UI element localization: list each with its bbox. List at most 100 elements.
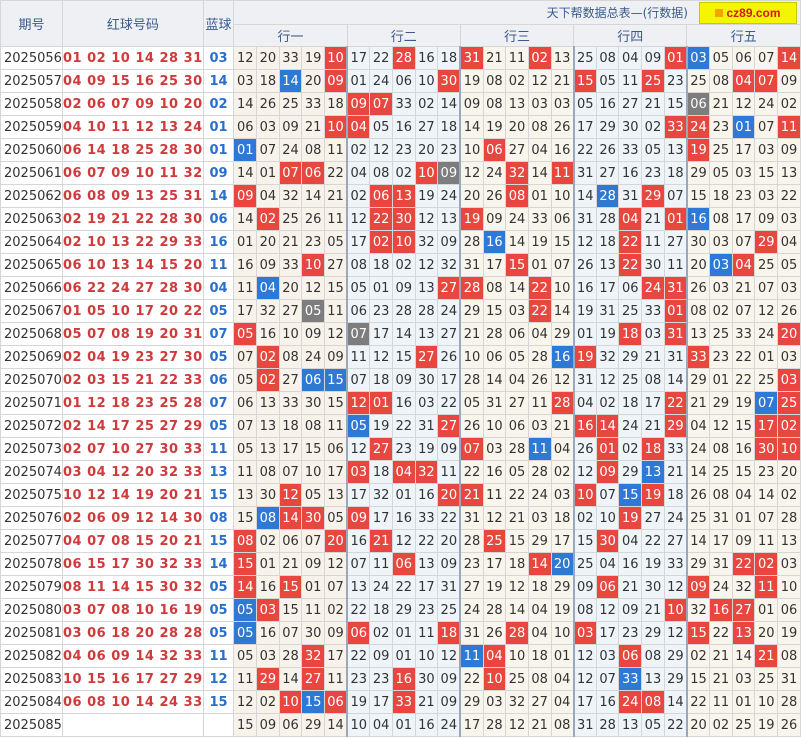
number-cell: 22 <box>323 161 349 185</box>
number-cell: 03 <box>731 161 756 185</box>
number-cell: 05 <box>369 115 393 139</box>
table-row: 2025063 02 19 21 22 28 30 06 14 02 25 26 11 12 22… <box>0 207 801 231</box>
number-cell: 01 <box>731 690 756 714</box>
number-cell: 07 <box>346 552 371 576</box>
blue-ball-cell: 05 <box>202 598 235 622</box>
number-cell: 12 <box>414 253 439 277</box>
number-cell: 17 <box>709 529 733 553</box>
number-cell: 11 <box>301 598 325 622</box>
number-cell: 01 <box>256 161 280 185</box>
number-cell: 24 <box>754 322 779 346</box>
number-cell: 08 <box>686 299 711 323</box>
number-cell: 08 <box>527 115 552 139</box>
number-cell: 09 <box>369 644 393 668</box>
number-cell: 22 <box>414 529 439 553</box>
number-cell: 18 <box>641 437 665 461</box>
number-cell: 29 <box>550 575 575 599</box>
number-cell: 18 <box>437 46 462 70</box>
number-cell: 04 <box>777 230 801 254</box>
number-cell: 09 <box>391 368 416 392</box>
number-cell: 17 <box>573 115 597 139</box>
number-cell: 07 <box>595 667 620 691</box>
number-cell: 32 <box>301 644 325 668</box>
number-cell: 11 <box>459 644 484 668</box>
number-cell: 29 <box>459 690 484 714</box>
number-cell: 26 <box>686 483 711 507</box>
issue-cell: 2025077 <box>0 529 63 553</box>
number-cell: 12 <box>414 207 439 231</box>
number-cell: 04 <box>391 460 416 484</box>
number-cell: 26 <box>482 621 507 645</box>
number-cell: 05 <box>323 230 349 254</box>
number-cell: 19 <box>573 299 597 323</box>
number-cell: 01 <box>663 46 688 70</box>
number-cell: 02 <box>709 713 733 737</box>
number-cell: 24 <box>505 207 529 231</box>
number-cell: 08 <box>641 690 665 714</box>
number-cell: 31 <box>437 575 462 599</box>
number-cell: 26 <box>777 299 801 323</box>
number-cell: 22 <box>391 414 416 438</box>
number-cell: 15 <box>573 529 597 553</box>
number-cell: 19 <box>414 437 439 461</box>
number-cell: 22 <box>459 667 484 691</box>
number-cell: 04 <box>527 322 552 346</box>
number-cell: 16 <box>482 460 507 484</box>
group-header: 行四 <box>573 24 688 47</box>
number-cell: 16 <box>391 391 416 415</box>
number-cell: 21 <box>663 460 688 484</box>
number-cell: 31 <box>573 161 597 185</box>
number-cell: 11 <box>233 276 258 300</box>
number-cell: 09 <box>256 713 280 737</box>
number-cell: 21 <box>709 644 733 668</box>
number-cell: 01 <box>709 368 733 392</box>
number-cell: 03 <box>346 460 371 484</box>
number-cell: 17 <box>573 690 597 714</box>
number-cell: 02 <box>777 414 801 438</box>
number-cell: 20 <box>777 322 801 346</box>
number-cell: 16 <box>573 414 597 438</box>
number-cell: 30 <box>391 207 416 231</box>
number-cell: 04 <box>527 621 552 645</box>
number-cell: 24 <box>686 115 711 139</box>
number-cell: 07 <box>731 299 756 323</box>
number-cell: 09 <box>777 69 801 93</box>
table-row: 2025079 08 11 14 15 30 32 05 14 16 15 01 07 13 24… <box>0 575 801 599</box>
number-cell: 11 <box>437 460 462 484</box>
number-cell: 12 <box>323 322 349 346</box>
number-cell: 33 <box>301 92 325 116</box>
number-cell: 09 <box>301 552 325 576</box>
number-cell: 22 <box>527 299 552 323</box>
number-cell: 05 <box>301 299 325 323</box>
blue-ball-cell: 12 <box>202 667 235 691</box>
number-cell: 08 <box>278 345 303 369</box>
number-cell: 15 <box>731 414 756 438</box>
number-cell: 28 <box>777 506 801 530</box>
number-cell: 02 <box>573 506 597 530</box>
number-cell: 01 <box>391 621 416 645</box>
number-cell: 14 <box>663 368 688 392</box>
number-cell: 30 <box>414 667 439 691</box>
number-cell: 26 <box>527 368 552 392</box>
table-row: 2025074 03 04 12 20 32 33 13 11 08 07 10 17 03 18… <box>0 460 801 484</box>
number-cell: 20 <box>278 276 303 300</box>
number-cell: 05 <box>233 437 258 461</box>
site-logo[interactable]: cz89.com <box>699 2 797 24</box>
number-cell: 14 <box>301 184 325 208</box>
number-cell: 15 <box>686 621 711 645</box>
number-cell: 18 <box>437 115 462 139</box>
number-cell: 21 <box>278 552 303 576</box>
number-cell: 30 <box>754 437 779 461</box>
number-cell: 05 <box>595 69 620 93</box>
number-cell: 27 <box>505 138 529 162</box>
number-cell: 28 <box>482 598 507 622</box>
number-cell: 06 <box>686 92 711 116</box>
number-cell: 30 <box>595 529 620 553</box>
number-cell: 11 <box>527 391 552 415</box>
number-cell: 10 <box>573 483 597 507</box>
number-cell: 10 <box>505 644 529 668</box>
number-cell: 18 <box>550 506 575 530</box>
number-cell: 19 <box>459 207 484 231</box>
number-cell: 30 <box>301 391 325 415</box>
number-cell: 01 <box>391 713 416 737</box>
